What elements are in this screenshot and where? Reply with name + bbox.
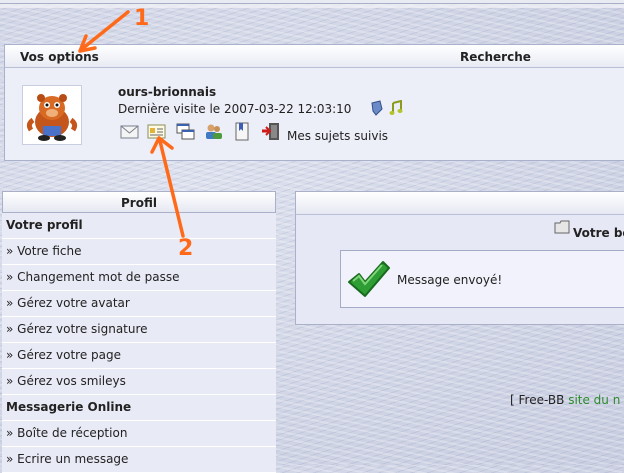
profile-sidebar: Profil Votre profil» Votre fiche» Change… bbox=[2, 191, 276, 473]
checkmark-icon bbox=[348, 261, 390, 297]
message-box: Message envoyé! bbox=[340, 250, 624, 308]
annotation-2: 2 bbox=[178, 236, 194, 261]
logout-icon[interactable] bbox=[261, 122, 280, 141]
username[interactable]: ours-brionnais bbox=[118, 85, 216, 99]
footer-brand[interactable]: Free-BB bbox=[519, 393, 565, 407]
options-header: Vos options Recherche bbox=[5, 45, 624, 68]
profile-header: Profil bbox=[2, 191, 276, 213]
bookmark-icon[interactable] bbox=[233, 122, 252, 141]
profile-menu-item[interactable]: » Ecrire un message bbox=[2, 447, 276, 473]
content-header bbox=[296, 192, 624, 215]
profile-menu-item[interactable]: » Gérez votre avatar bbox=[2, 291, 276, 317]
last-visit: Dernière visite le 2007-03-22 12:03:10 bbox=[118, 102, 352, 116]
users-icon[interactable] bbox=[204, 122, 223, 141]
followed-topics-link[interactable]: Mes sujets suivis bbox=[287, 129, 388, 143]
profile-card-icon[interactable] bbox=[147, 122, 166, 141]
music-note-icon[interactable] bbox=[389, 100, 403, 116]
mailbox-label: Votre be bbox=[573, 226, 624, 240]
profile-section-heading: Votre profil bbox=[2, 213, 276, 239]
online-status-icon[interactable] bbox=[370, 100, 384, 116]
annotation-1: 1 bbox=[134, 6, 150, 31]
footer-link[interactable]: site du n bbox=[568, 393, 620, 407]
windows-icon[interactable] bbox=[176, 122, 195, 141]
top-shade bbox=[0, 4, 624, 8]
profile-section-heading: Messagerie Online bbox=[2, 395, 276, 421]
profile-menu-item[interactable]: » Votre fiche bbox=[2, 239, 276, 265]
profile-menu-item[interactable]: » Changement mot de passe bbox=[2, 265, 276, 291]
content-panel: Votre be Message envoyé! bbox=[295, 191, 624, 325]
profile-menu: Votre profil» Votre fiche» Changement mo… bbox=[2, 213, 276, 473]
profile-menu-item[interactable]: » Gérez votre page bbox=[2, 343, 276, 369]
footer-bracket: [ bbox=[510, 393, 515, 407]
profile-menu-item[interactable]: » Boîte de réception bbox=[2, 421, 276, 447]
folder-icon bbox=[554, 220, 570, 234]
profile-menu-item[interactable]: » Gérez votre signature bbox=[2, 317, 276, 343]
options-panel: Vos options Recherche ours-brionnais Der… bbox=[4, 44, 624, 161]
search-title[interactable]: Recherche bbox=[460, 50, 531, 64]
footer-credit: [ Free-BB site du n bbox=[510, 393, 620, 407]
mail-icon[interactable] bbox=[120, 122, 139, 141]
options-title: Vos options bbox=[20, 50, 99, 64]
bear-avatar-icon bbox=[26, 94, 78, 141]
avatar[interactable] bbox=[22, 85, 82, 145]
profile-menu-item[interactable]: » Gérez vos smileys bbox=[2, 369, 276, 395]
message-text: Message envoyé! bbox=[397, 273, 503, 287]
